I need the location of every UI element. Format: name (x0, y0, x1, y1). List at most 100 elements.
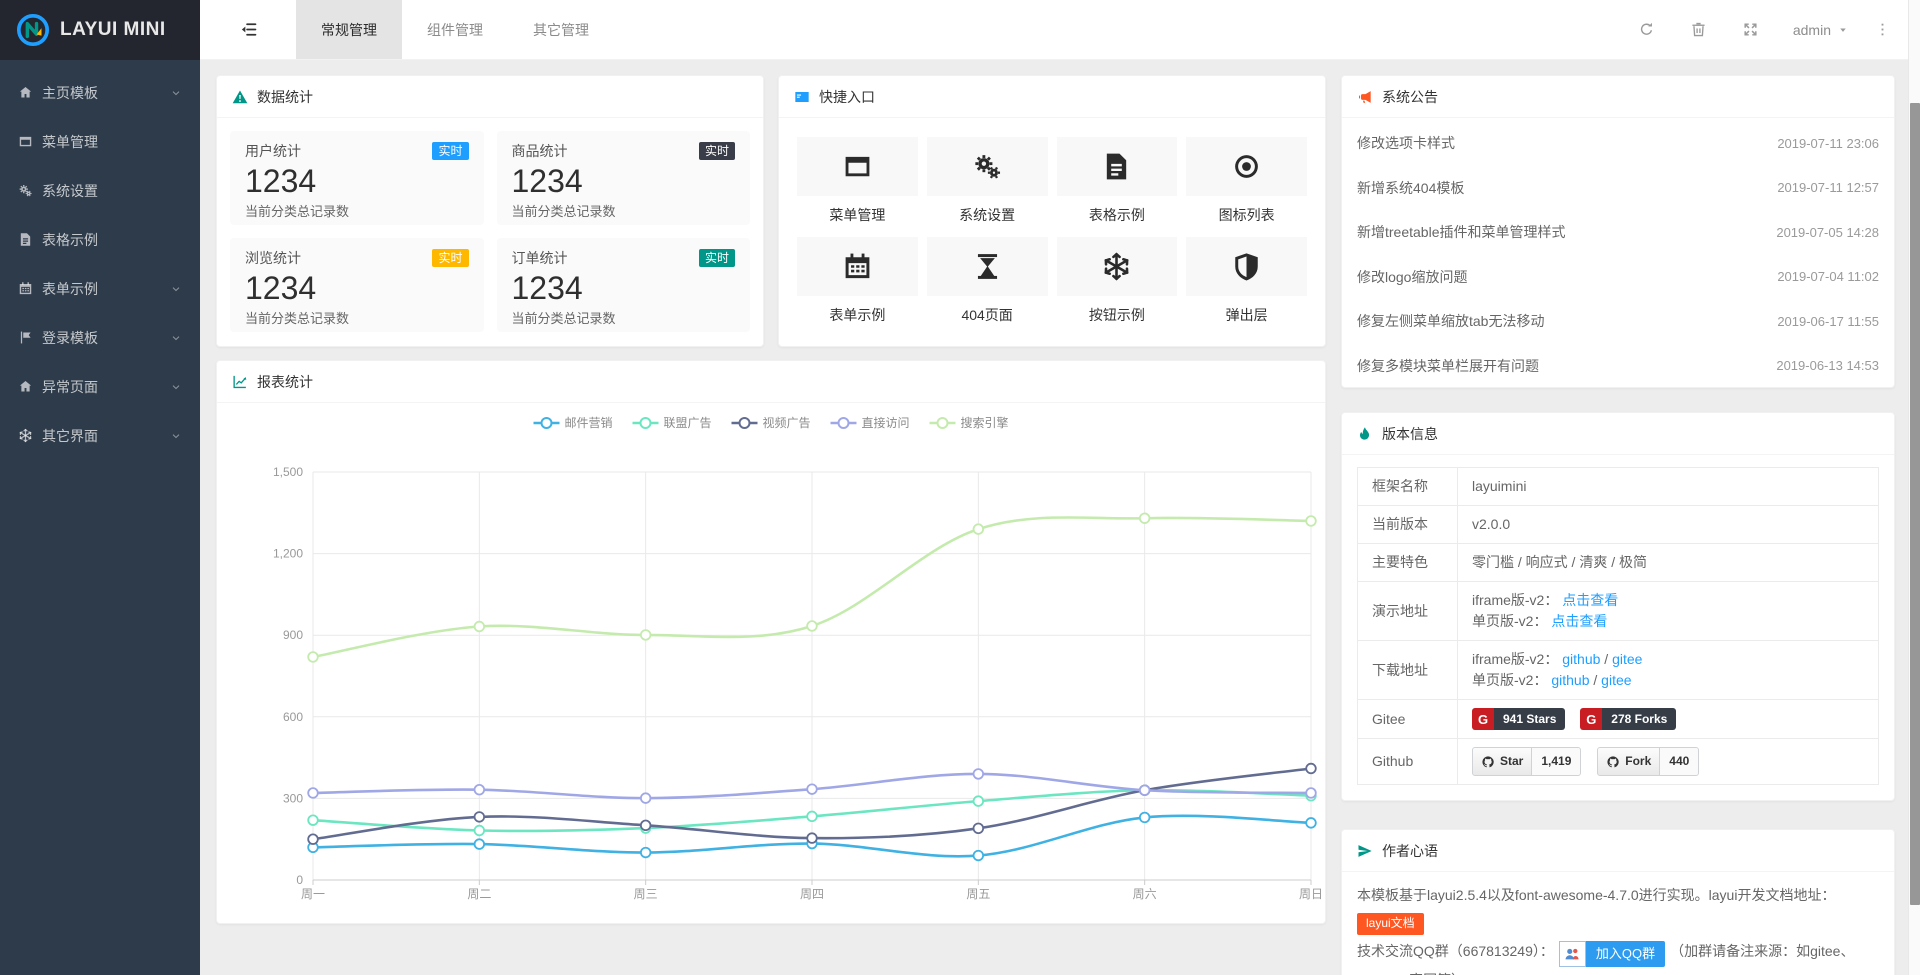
announcement-item[interactable]: 修复多模块菜单栏展开有问题 2019-06-13 14:53 (1357, 344, 1879, 389)
download-github-link[interactable]: github (1562, 651, 1600, 667)
page-tab[interactable]: 常规管理 (296, 0, 402, 59)
quick-link[interactable]: 404页面 (927, 237, 1048, 325)
page-tab[interactable]: 其它管理 (508, 0, 614, 59)
stat-cards: 用户统计 实时 1234 当前分类总记录数 商品统计 实时 1234 当前分类总… (217, 118, 763, 345)
svg-text:0: 0 (296, 873, 303, 887)
announcement-item[interactable]: 修改选项卡样式 2019-07-11 23:06 (1357, 121, 1879, 166)
right-column: 系统公告 修改选项卡样式 2019-07-11 23:06 新增系统404模板 … (1341, 75, 1895, 960)
announcement-item[interactable]: 新增treetable插件和菜单管理样式 2019-07-05 14:28 (1357, 210, 1879, 255)
announcement-item[interactable]: 新增系统404模板 2019-07-11 12:57 (1357, 166, 1879, 211)
quick-link[interactable]: 表格示例 (1057, 137, 1178, 225)
announcement-date: 2019-07-05 14:28 (1776, 225, 1879, 240)
sidebar: LAYUI MINI 主页模板 菜单管理 系统设置 表格示例 表单示例 登录模板… (0, 0, 200, 975)
data-statistics-panel: 数据统计 用户统计 实时 1234 当前分类总记录数 商品统计 实时 1234 … (216, 75, 764, 347)
quick-link[interactable]: 弹出层 (1186, 237, 1307, 325)
stat-description: 当前分类总记录数 (512, 201, 736, 220)
table-row: 下载地址 iframe版-v2： github / gitee 单页版-v2： … (1358, 641, 1879, 700)
top-header: 常规管理 组件管理 其它管理 admin (200, 0, 1908, 60)
quick-link-label: 系统设置 (927, 205, 1048, 225)
system-announcements-panel: 系统公告 修改选项卡样式 2019-07-11 23:06 新增系统404模板 … (1341, 75, 1895, 388)
announcement-item[interactable]: 修改logo缩放问题 2019-07-04 11:02 (1357, 255, 1879, 300)
announcement-date: 2019-06-13 14:53 (1776, 358, 1879, 373)
sidebar-item[interactable]: 系统设置 (0, 166, 200, 215)
quick-link-label: 菜单管理 (797, 205, 918, 225)
github-star-button[interactable]: Star 1,419 (1472, 747, 1581, 776)
download-gitee-link[interactable]: gitee (1612, 651, 1642, 667)
panel-header: 系统公告 (1342, 76, 1894, 118)
panel-title: 作者心语 (1382, 841, 1438, 861)
clear-cache-button[interactable] (1673, 0, 1725, 59)
svg-text:周六: 周六 (1133, 887, 1157, 901)
scrollbar-thumb[interactable] (1910, 103, 1920, 905)
quick-link[interactable]: 表单示例 (797, 237, 918, 325)
quick-link[interactable]: 图标列表 (1186, 137, 1307, 225)
announcement-item[interactable]: 修复左侧菜单缩放tab无法移动 2019-06-17 11:55 (1357, 299, 1879, 344)
calendar-icon (842, 251, 873, 282)
row-label: Gitee (1358, 700, 1458, 739)
sidebar-item[interactable]: 登录模板 (0, 313, 200, 362)
demo-iframe-link[interactable]: 点击查看 (1562, 592, 1618, 608)
page-tab[interactable]: 组件管理 (402, 0, 508, 59)
panel-header: 版本信息 (1342, 413, 1894, 455)
announcement-text: 修改logo缩放问题 (1357, 267, 1467, 287)
demo-spa-link[interactable]: 点击查看 (1551, 613, 1607, 629)
svg-text:直接访问: 直接访问 (862, 415, 910, 430)
row-value: 零门槛 / 响应式 / 清爽 / 极简 (1458, 544, 1879, 582)
stat-value: 1234 (245, 268, 469, 308)
row-label: 当前版本 (1358, 506, 1458, 544)
quick-link[interactable]: 菜单管理 (797, 137, 918, 225)
sidebar-item[interactable]: 表格示例 (0, 215, 200, 264)
quick-link[interactable]: 系统设置 (927, 137, 1048, 225)
gitee-forks-badge[interactable]: G 278 Forks (1580, 708, 1676, 730)
quick-link-label: 按钮示例 (1057, 305, 1178, 325)
home-icon (18, 85, 33, 100)
download-gitee-link[interactable]: gitee (1601, 672, 1631, 688)
megaphone-icon (1357, 89, 1373, 105)
realtime-badge: 实时 (699, 249, 735, 267)
row-value: v2.0.0 (1458, 506, 1879, 544)
row-value: layuimini (1458, 468, 1879, 506)
github-star-count: 1,419 (1532, 747, 1581, 776)
stat-card: 用户统计 实时 1234 当前分类总记录数 (230, 131, 484, 225)
refresh-button[interactable] (1621, 0, 1673, 59)
report-statistics-panel: 报表统计 03006009001,2001,500周一周二周三周四周五周六周日邮… (216, 360, 1326, 924)
quick-link[interactable]: 按钮示例 (1057, 237, 1178, 325)
github-icon (1481, 755, 1495, 769)
sidebar-item[interactable]: 菜单管理 (0, 117, 200, 166)
sidebar-item[interactable]: 表单示例 (0, 264, 200, 313)
stat-title: 用户统计 (245, 141, 301, 161)
download-github-link[interactable]: github (1551, 672, 1589, 688)
realtime-badge: 实时 (432, 249, 468, 267)
fire-icon (1357, 426, 1373, 442)
header-actions: admin (1621, 0, 1908, 59)
more-menu-button[interactable] (1864, 0, 1900, 59)
sidebar-collapse-button[interactable] (200, 0, 296, 59)
sidebar-item[interactable]: 其它界面 (0, 411, 200, 460)
chevron-down-icon (170, 87, 182, 99)
github-fork-count: 440 (1660, 747, 1699, 776)
announcement-text: 新增treetable插件和菜单管理样式 (1357, 222, 1565, 242)
fullscreen-button[interactable] (1725, 0, 1777, 59)
gitee-icon: G (1472, 708, 1494, 730)
window-icon (18, 134, 33, 149)
stat-value: 1234 (245, 161, 469, 201)
chevron-down-icon (170, 283, 182, 295)
fullscreen-icon (1742, 21, 1759, 38)
sidebar-item[interactable]: 主页模板 (0, 68, 200, 117)
svg-text:周五: 周五 (966, 887, 990, 901)
github-fork-button[interactable]: Fork 440 (1597, 747, 1699, 776)
row-label: 下载地址 (1358, 641, 1458, 700)
sidebar-item[interactable]: 异常页面 (0, 362, 200, 411)
user-menu[interactable]: admin (1777, 0, 1864, 59)
gitee-stars-badge[interactable]: G 941 Stars (1472, 708, 1565, 730)
svg-text:周日: 周日 (1299, 887, 1323, 901)
flag-icon (18, 330, 33, 345)
username: admin (1793, 22, 1831, 38)
svg-text:1,200: 1,200 (273, 547, 303, 561)
qq-people-icon (1563, 945, 1581, 963)
join-qq-group-button[interactable]: 加入QQ群 (1559, 941, 1665, 967)
quick-link-label: 弹出层 (1186, 305, 1307, 325)
layui-doc-badge[interactable]: layui文档 (1357, 913, 1424, 935)
version-table: 框架名称 layuimini 当前版本 v2.0.0 主要特色 零门槛 / 响应… (1357, 467, 1879, 785)
table-row: 当前版本 v2.0.0 (1358, 506, 1879, 544)
